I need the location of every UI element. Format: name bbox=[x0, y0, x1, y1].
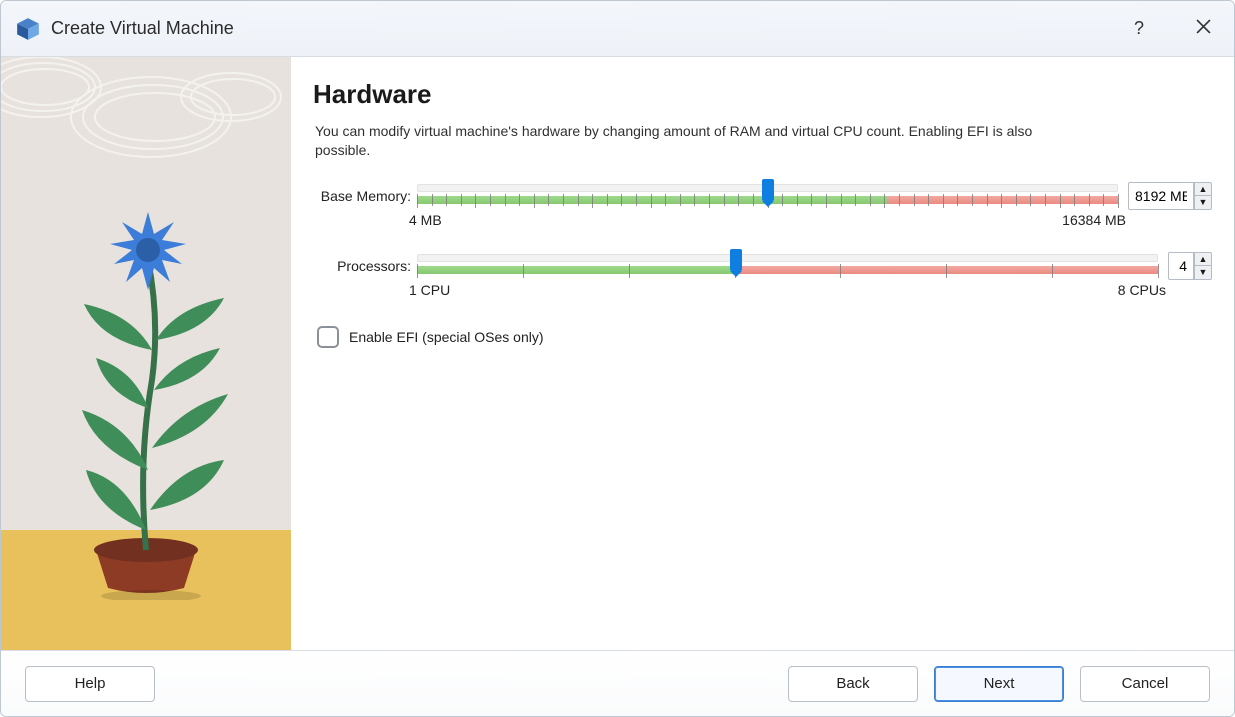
window-title: Create Virtual Machine bbox=[51, 18, 1122, 39]
processors-slider[interactable] bbox=[417, 252, 1158, 280]
processors-step-up[interactable]: ▲ bbox=[1194, 252, 1212, 266]
base-memory-spinbox[interactable]: ▲ ▼ bbox=[1128, 182, 1212, 210]
back-button[interactable]: Back bbox=[788, 666, 918, 702]
row-enable-efi: Enable EFI (special OSes only) bbox=[317, 326, 1212, 348]
processors-step-down[interactable]: ▼ bbox=[1194, 265, 1212, 280]
help-button[interactable]: Help bbox=[25, 666, 155, 702]
base-memory-step-down[interactable]: ▼ bbox=[1194, 195, 1212, 210]
dialog-body: Hardware You can modify virtual machine'… bbox=[1, 57, 1234, 650]
dialog-footer: Help Back Next Cancel bbox=[1, 650, 1234, 716]
processors-red-zone bbox=[736, 266, 1158, 274]
row-processors: Processors: 1 CPU 8 CPUs bbox=[313, 252, 1212, 298]
processors-min: 1 CPU bbox=[409, 282, 450, 298]
help-titlebar-icon[interactable]: ? bbox=[1122, 18, 1156, 39]
enable-efi-label: Enable EFI (special OSes only) bbox=[349, 329, 544, 345]
cancel-button[interactable]: Cancel bbox=[1080, 666, 1210, 702]
main-content: Hardware You can modify virtual machine'… bbox=[291, 57, 1234, 650]
processors-spinbox[interactable]: ▲ ▼ bbox=[1168, 252, 1212, 280]
page-heading: Hardware bbox=[313, 79, 1212, 110]
base-memory-slider[interactable] bbox=[417, 182, 1118, 210]
next-button[interactable]: Next bbox=[934, 666, 1064, 702]
close-icon[interactable] bbox=[1186, 18, 1220, 39]
base-memory-min: 4 MB bbox=[409, 212, 442, 228]
titlebar: Create Virtual Machine ? bbox=[1, 1, 1234, 57]
processors-max: 8 CPUs bbox=[1118, 282, 1166, 298]
base-memory-max: 16384 MB bbox=[1062, 212, 1126, 228]
processors-green-zone bbox=[417, 266, 736, 274]
processors-label: Processors: bbox=[313, 252, 411, 274]
base-memory-value[interactable] bbox=[1128, 182, 1194, 210]
processors-thumb[interactable] bbox=[730, 249, 742, 271]
flower-icon bbox=[56, 180, 236, 600]
dialog-create-vm: Create Virtual Machine ? bbox=[0, 0, 1235, 717]
base-memory-green-zone bbox=[417, 196, 887, 204]
processors-value[interactable] bbox=[1168, 252, 1194, 280]
sidebar-illustration bbox=[1, 57, 291, 650]
base-memory-step-up[interactable]: ▲ bbox=[1194, 182, 1212, 196]
base-memory-label: Base Memory: bbox=[313, 182, 411, 204]
row-base-memory: Base Memory: 4 MB 16384 MB bbox=[313, 182, 1212, 228]
app-cube-icon bbox=[15, 16, 41, 42]
base-memory-thumb[interactable] bbox=[762, 179, 774, 201]
page-description: You can modify virtual machine's hardwar… bbox=[315, 122, 1075, 160]
base-memory-red-zone bbox=[887, 196, 1118, 204]
enable-efi-checkbox[interactable] bbox=[317, 326, 339, 348]
